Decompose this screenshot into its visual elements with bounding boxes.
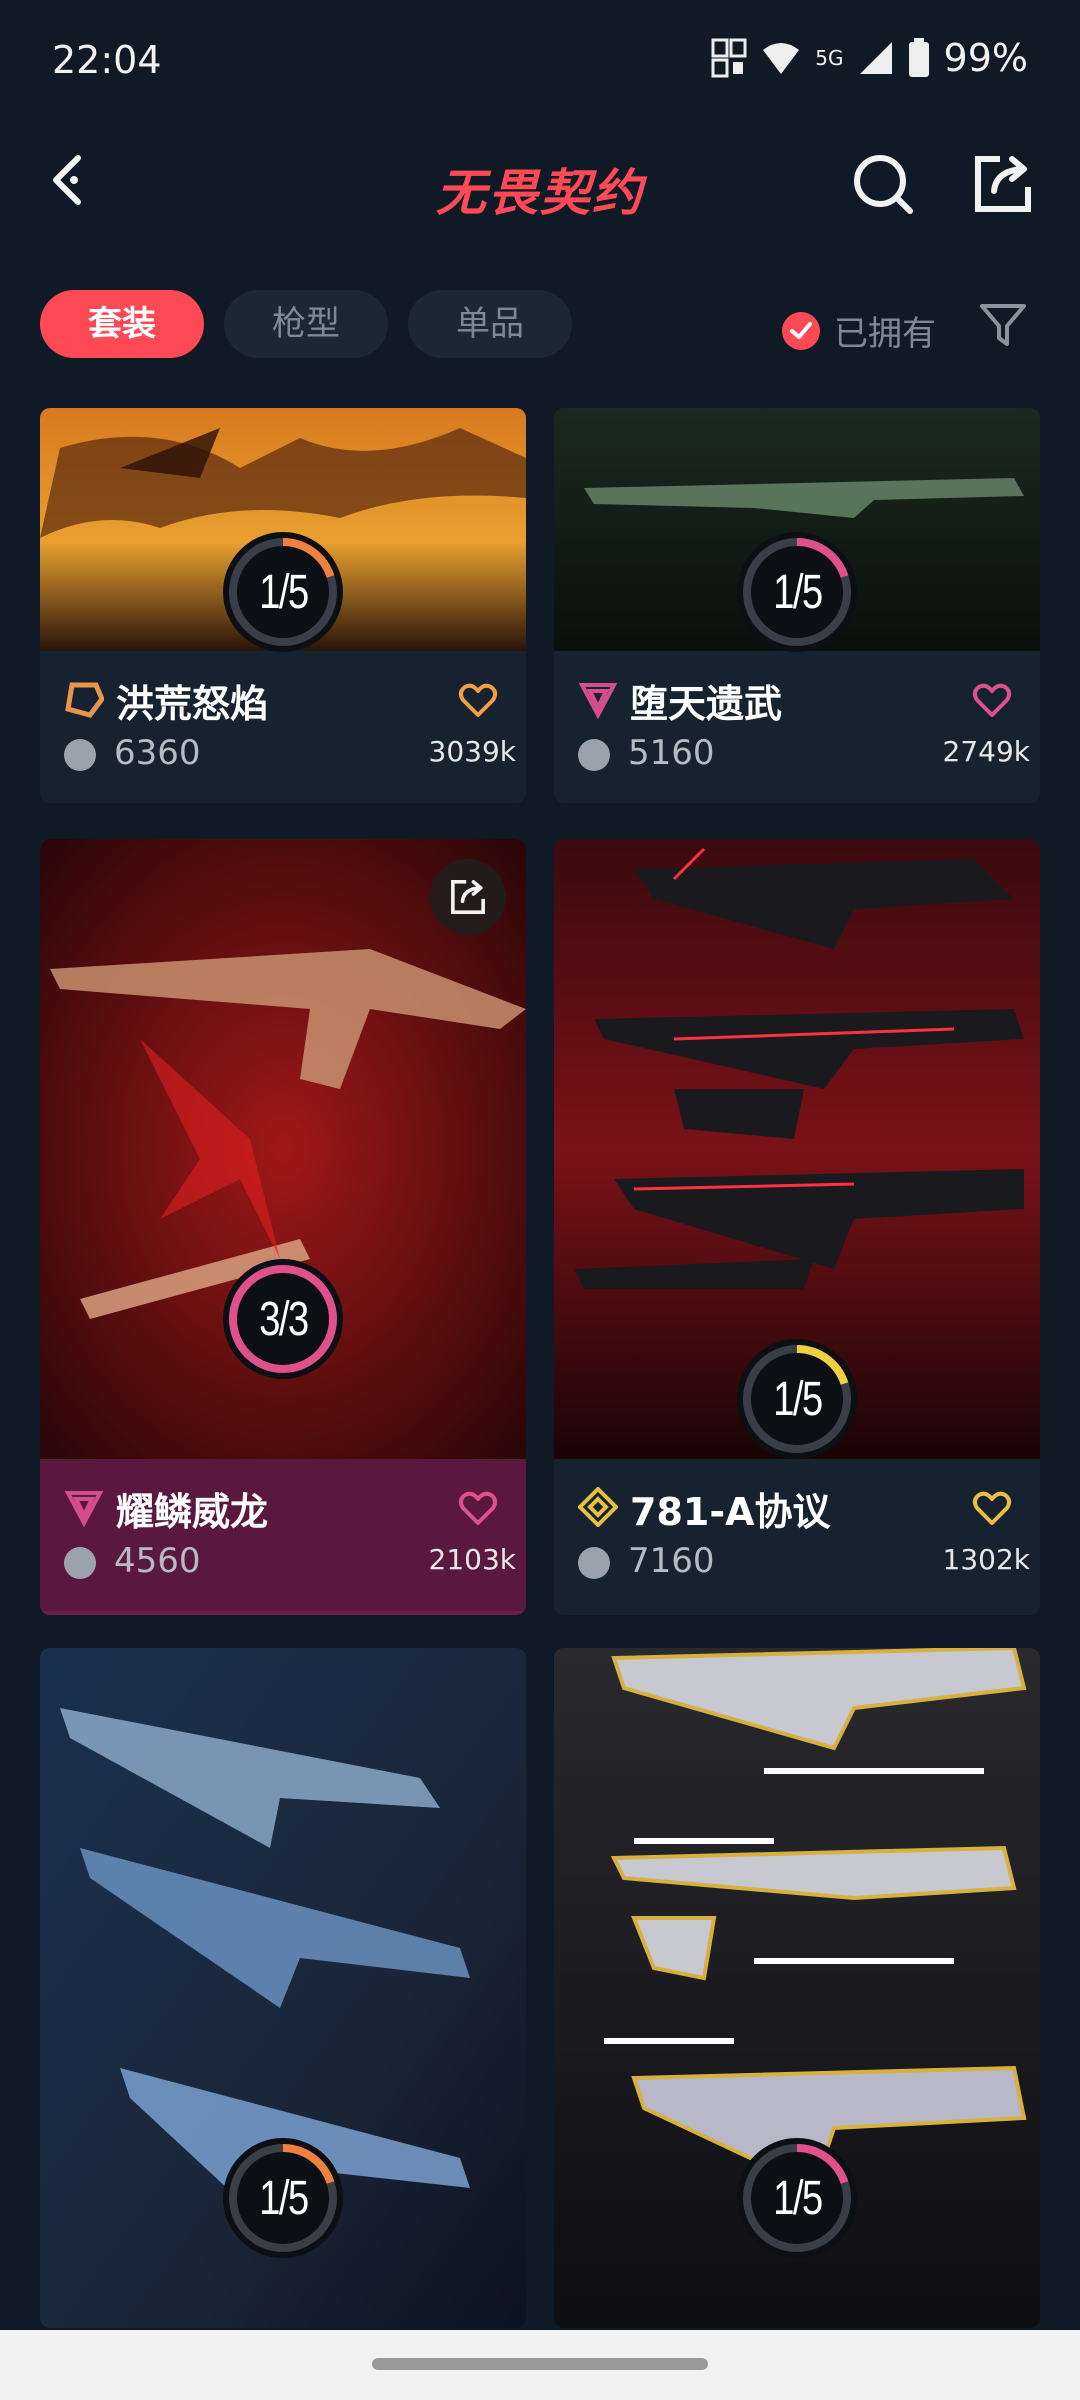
filter-icon[interactable]: [978, 300, 1028, 350]
check-icon: [782, 311, 820, 350]
like-count: 1302k: [942, 1543, 1030, 1576]
heart-icon[interactable]: [458, 1489, 498, 1529]
system-nav-bar: [0, 2330, 1080, 2400]
collection-progress: 1/5: [737, 1339, 857, 1459]
collection-progress: 3/3: [223, 1259, 343, 1379]
search-icon[interactable]: [850, 151, 916, 217]
bundle-card[interactable]: 3/3 耀鳞威龙 4560 2103k: [40, 839, 526, 1615]
bundle-price: 5160: [628, 733, 715, 773]
bundle-card[interactable]: 1/5 洪荒怒焰 6360 3039k: [40, 408, 526, 803]
collection-progress: 1/5: [737, 2138, 857, 2258]
tier-icon: [578, 683, 618, 719]
share-icon[interactable]: [970, 151, 1036, 217]
signal-icon: [859, 42, 892, 74]
bundle-info: 洪荒怒焰 6360 3039k: [40, 651, 526, 803]
status-bar: 22:04 5G 99%: [0, 0, 1080, 125]
app-header: 无畏契约: [0, 125, 1080, 240]
heart-icon[interactable]: [458, 681, 498, 721]
bundle-name: 781-A协议: [630, 1490, 831, 1534]
tab-weapon-type[interactable]: 枪型: [224, 290, 388, 358]
bundle-card[interactable]: 1/5: [554, 1648, 1040, 2328]
owned-label: 已拥有: [834, 314, 936, 354]
bundle-price: 7160: [628, 1541, 715, 1581]
battery-level: 99%: [943, 36, 1028, 80]
bundle-price: 4560: [114, 1541, 201, 1581]
bundle-grid: 1/5 洪荒怒焰 6360 3039k 1/5 堕天遗武 5160 2749k …: [0, 408, 1080, 2328]
tier-icon: [578, 1487, 618, 1527]
bundle-info: 堕天遗武 5160 2749k: [554, 651, 1040, 803]
collection-progress: 1/5: [223, 2138, 343, 2258]
battery-icon: [908, 38, 929, 77]
share-icon: [451, 880, 485, 914]
bundle-info: 耀鳞威龙 4560 2103k: [40, 1459, 526, 1611]
qr-icon: [711, 38, 747, 78]
category-tabs: 套装 枪型 单品: [40, 290, 572, 358]
vp-icon: [578, 739, 610, 771]
vp-icon: [64, 1547, 96, 1579]
collection-progress: 1/5: [737, 532, 857, 652]
bundle-name: 洪荒怒焰: [116, 682, 269, 726]
share-badge[interactable]: [430, 859, 506, 935]
home-indicator[interactable]: [372, 2358, 708, 2370]
tier-icon: [65, 682, 104, 718]
bundle-info: 781-A协议 7160 1302k: [554, 1459, 1040, 1611]
bundle-card[interactable]: 1/5 781-A协议 7160 1302k: [554, 839, 1040, 1615]
network-label: 5G: [815, 46, 844, 70]
like-count: 2749k: [942, 735, 1030, 768]
bundle-price: 6360: [114, 733, 201, 773]
vp-icon: [64, 739, 96, 771]
like-count: 2103k: [428, 1543, 516, 1576]
wifi-icon: [763, 43, 800, 74]
tier-icon: [64, 1491, 104, 1527]
collection-progress: 1/5: [223, 532, 343, 652]
bundle-name: 堕天遗武: [630, 682, 783, 726]
bundle-name: 耀鳞威龙: [116, 1490, 269, 1534]
status-icons: 5G 99%: [711, 36, 1028, 80]
page-title: 无畏契约: [436, 164, 644, 222]
bundle-card[interactable]: 1/5: [40, 1648, 526, 2328]
heart-icon[interactable]: [972, 1489, 1012, 1529]
vp-icon: [578, 1547, 610, 1579]
heart-icon[interactable]: [972, 681, 1012, 721]
like-count: 3039k: [428, 735, 516, 768]
tab-single-item[interactable]: 单品: [408, 290, 572, 358]
status-time: 22:04: [52, 38, 162, 82]
tab-bundle[interactable]: 套装: [40, 290, 204, 358]
bundle-card[interactable]: 1/5 堕天遗武 5160 2749k: [554, 408, 1040, 803]
owned-toggle[interactable]: 已拥有: [782, 306, 936, 355]
